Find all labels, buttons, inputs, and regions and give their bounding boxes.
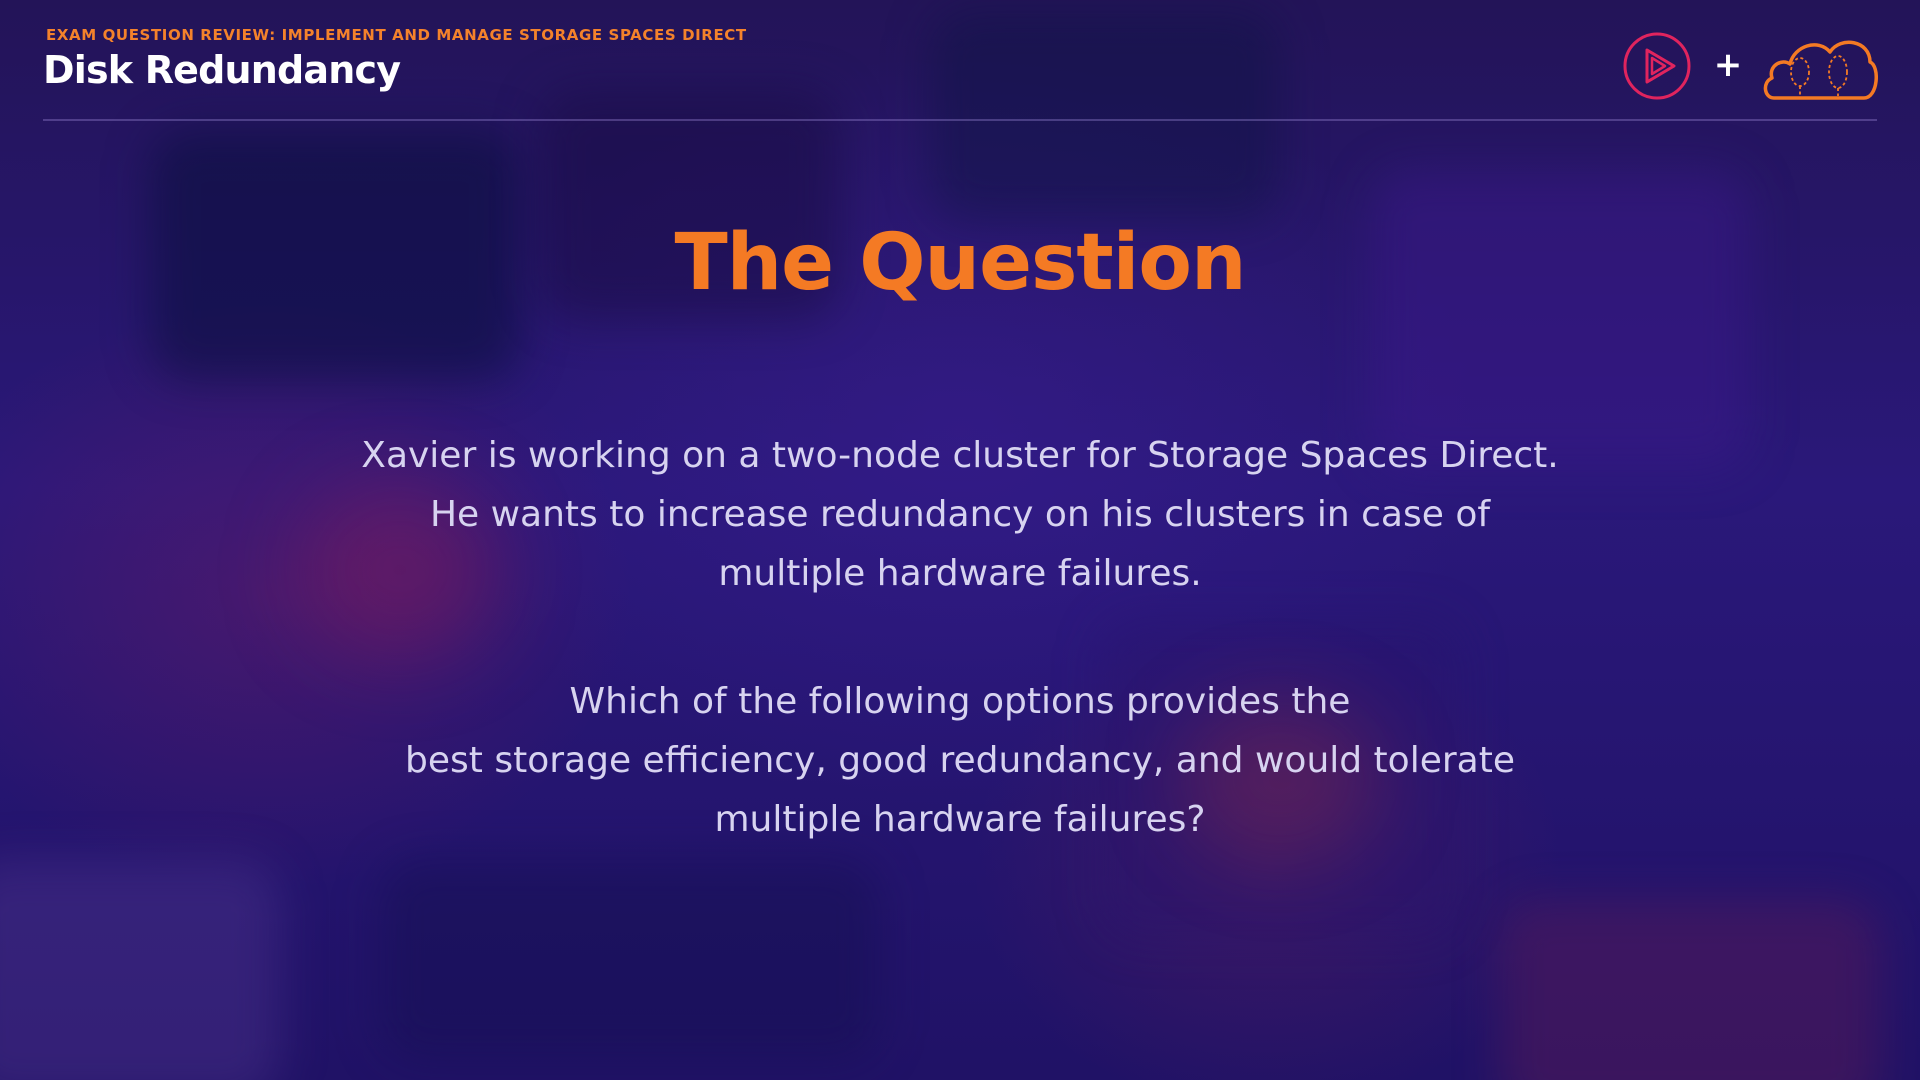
background-blur-shape <box>380 860 880 1060</box>
scenario-line: He wants to increase redundancy on his c… <box>429 494 1491 535</box>
plus-icon: + <box>1713 45 1743 85</box>
prompt-line: best storage efficiency, good redundancy… <box>405 740 1515 781</box>
prompt-line: multiple hardware failures? <box>714 799 1206 840</box>
header-divider <box>43 119 1877 121</box>
background-blur-shape <box>0 860 280 1080</box>
background-blur-shape <box>1370 170 1750 470</box>
background-blur-shape <box>1500 900 1880 1080</box>
prompt-line: Which of the following options provides … <box>569 681 1351 722</box>
scenario-line: multiple hardware failures. <box>718 553 1202 594</box>
play-logo-icon <box>1623 32 1691 100</box>
slide-title: Disk Redundancy <box>43 48 401 92</box>
cloud-logo-icon <box>1763 40 1878 100</box>
scenario-line: Xavier is working on a two-node cluster … <box>361 435 1559 476</box>
question-prompt: Which of the following options provides … <box>260 672 1660 849</box>
question-heading: The Question <box>674 218 1246 308</box>
course-subtitle: EXAM QUESTION REVIEW: IMPLEMENT AND MANA… <box>46 26 747 44</box>
question-scenario: Xavier is working on a two-node cluster … <box>260 426 1660 603</box>
slide-header: EXAM QUESTION REVIEW: IMPLEMENT AND MANA… <box>0 0 1920 122</box>
